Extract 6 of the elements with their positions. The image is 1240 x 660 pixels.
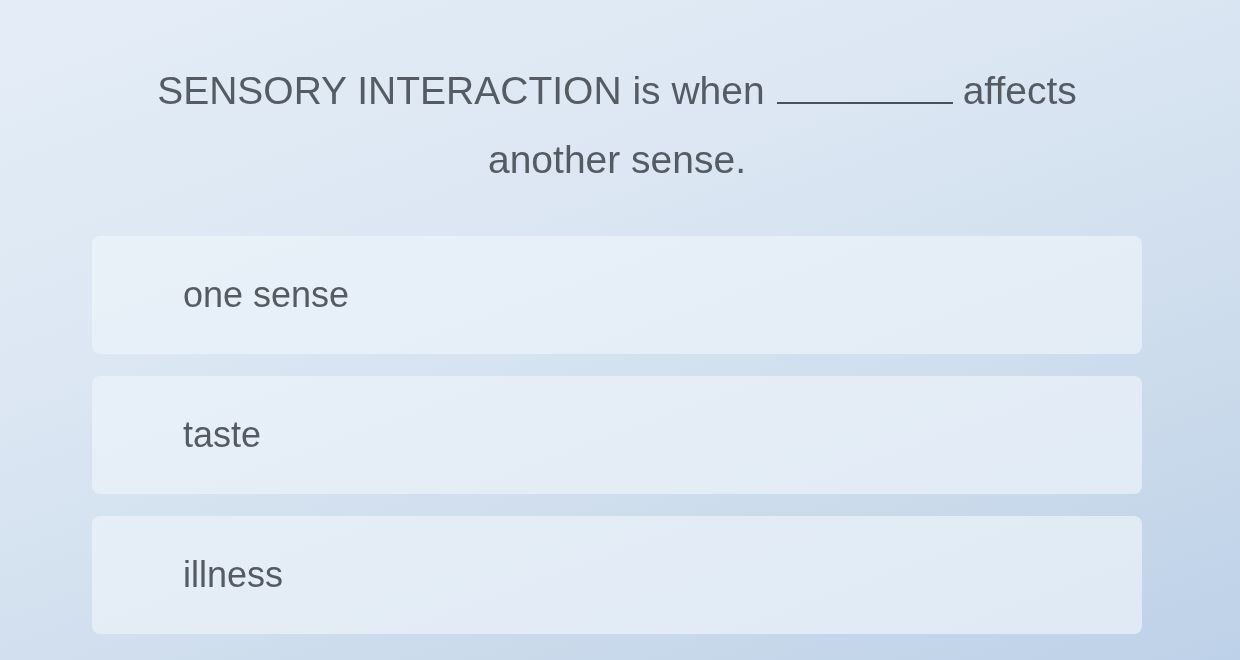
question-text: another sense.	[488, 137, 746, 181]
question-text: affects	[962, 69, 1077, 112]
answer-option[interactable]: taste	[92, 375, 1142, 494]
answer-option[interactable]: one sense	[92, 235, 1142, 354]
question-text: SENSORY INTERACTION is when	[157, 69, 765, 112]
answer-option[interactable]: illness	[92, 515, 1142, 634]
